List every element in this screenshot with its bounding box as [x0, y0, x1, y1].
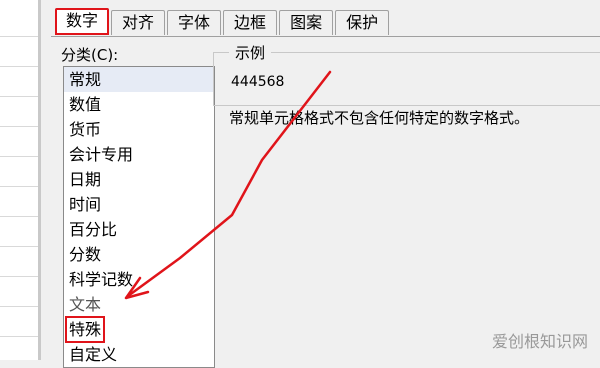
tab-font[interactable]: 字体: [167, 10, 222, 35]
tab-number[interactable]: 数字: [55, 8, 110, 35]
grid-line: [0, 36, 38, 37]
format-description: 常规单元格格式不包含任何特定的数字格式。: [229, 109, 530, 127]
grid-line: [0, 126, 38, 127]
watermark: 爱创根知识网: [491, 332, 588, 351]
grid-line: [0, 96, 38, 97]
grid-line: [0, 156, 38, 157]
format-cells-dialog: 数字 对齐 字体 边框 图案 保护 分类(C): 常规 数值 货币 会计专用 日…: [41, 0, 600, 368]
category-item-text[interactable]: 文本: [64, 292, 214, 317]
grid-line: [0, 306, 38, 307]
grid-line: [0, 186, 38, 187]
example-value: 444568: [231, 74, 285, 90]
category-label: 分类(C):: [61, 46, 119, 64]
category-item-time[interactable]: 时间: [64, 192, 214, 217]
category-item-percentage[interactable]: 百分比: [64, 217, 214, 242]
grid-line: [0, 336, 38, 337]
category-item-accounting[interactable]: 会计专用: [64, 142, 214, 167]
category-item-custom[interactable]: 自定义: [64, 342, 214, 367]
category-item-date[interactable]: 日期: [64, 167, 214, 192]
category-item-number[interactable]: 数值: [64, 92, 214, 117]
grid-line: [0, 246, 38, 247]
spreadsheet-strip: [0, 0, 41, 360]
category-item-fraction[interactable]: 分数: [64, 242, 214, 267]
grid-line: [0, 66, 38, 67]
category-item-currency[interactable]: 货币: [64, 117, 214, 142]
category-item-scientific[interactable]: 科学记数: [64, 267, 214, 292]
grid-line: [0, 216, 38, 217]
tab-protection[interactable]: 保护: [335, 10, 390, 35]
example-title: 示例: [229, 42, 272, 63]
tab-strip: 数字 对齐 字体 边框 图案 保护: [55, 8, 390, 36]
tab-border[interactable]: 边框: [223, 10, 278, 35]
category-item-general[interactable]: 常规: [64, 67, 214, 92]
category-item-special[interactable]: 特殊: [64, 316, 214, 343]
tab-alignment[interactable]: 对齐: [111, 10, 166, 35]
category-list[interactable]: 常规 数值 货币 会计专用 日期 时间 百分比 分数 科学记数 文本 特殊 自定…: [63, 66, 215, 368]
grid-line: [0, 276, 38, 277]
tab-pattern[interactable]: 图案: [279, 10, 334, 35]
